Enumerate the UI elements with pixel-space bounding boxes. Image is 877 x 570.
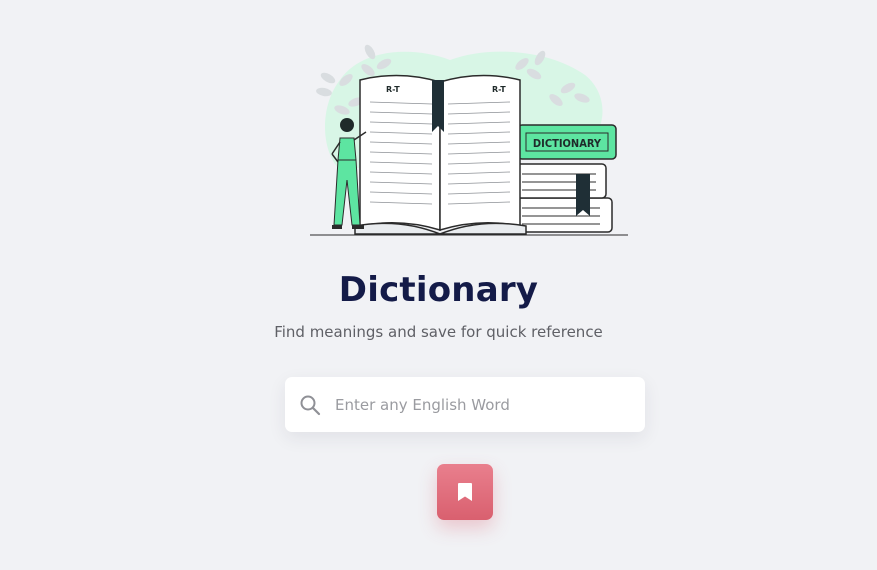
search-box (285, 377, 645, 432)
page-subtitle: Find meanings and save for quick referen… (274, 323, 603, 341)
book-cover-label: DICTIONARY (533, 137, 602, 150)
saved-words-button[interactable] (437, 464, 493, 520)
app-page: DICTIONARY R-T R-T Dictionary Find meani… (0, 0, 877, 570)
dictionary-illustration: DICTIONARY R-T R-T (310, 44, 628, 236)
page-title: Dictionary (338, 270, 539, 310)
search-icon (300, 395, 321, 416)
search-input[interactable] (335, 377, 635, 432)
book-page-label-right: R-T (492, 85, 506, 94)
book-page-label-left: R-T (386, 85, 400, 94)
bookmark-icon (458, 483, 472, 501)
